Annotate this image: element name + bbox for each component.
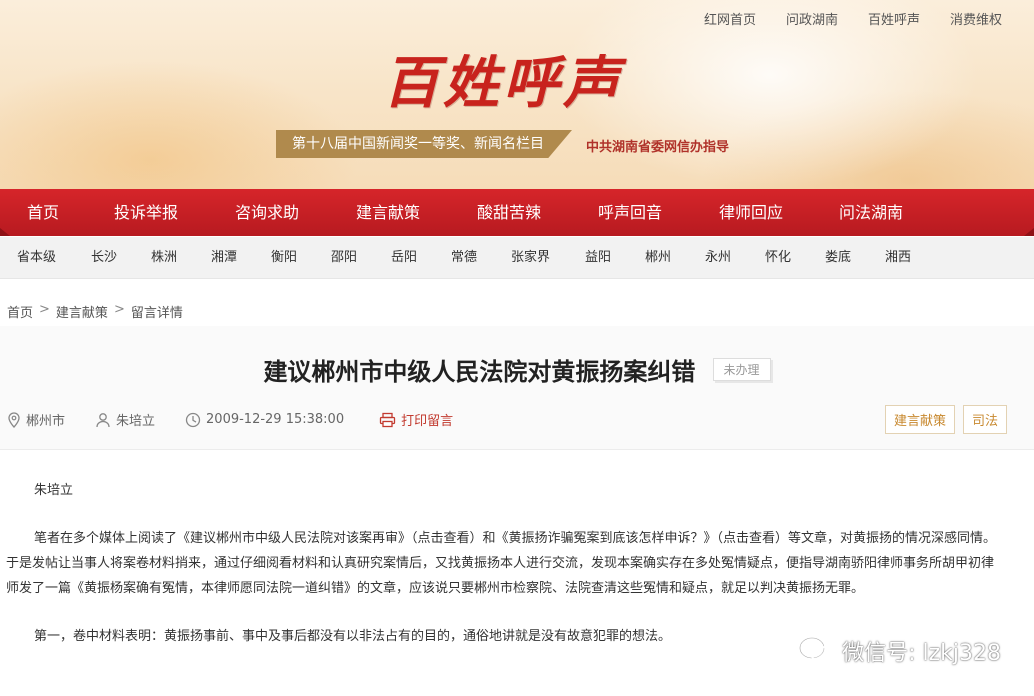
nav-law-hunan[interactable]: 问法湖南 bbox=[812, 189, 930, 236]
guide-text: 中共湖南省委网信办指导 bbox=[586, 140, 730, 155]
region-province[interactable]: 省本级 bbox=[17, 237, 56, 279]
nav-lawyer[interactable]: 律师回应 bbox=[690, 189, 812, 236]
nav-life[interactable]: 酸甜苦辣 bbox=[448, 189, 570, 236]
region-loudi[interactable]: 娄底 bbox=[825, 237, 851, 279]
datetime-text: 2009-12-29 15:38:00 bbox=[206, 412, 345, 427]
award-ribbon: 第十八届中国新闻奖一等奖、新闻名栏目 bbox=[276, 130, 572, 158]
tag-judicial[interactable]: 司法 bbox=[962, 405, 1007, 434]
top-link-consumer[interactable]: 消费维权 bbox=[950, 9, 1002, 28]
meta-author: 朱培立 bbox=[95, 410, 155, 429]
breadcrumb-section[interactable]: 建言献策 bbox=[56, 302, 108, 321]
location-text: 郴州市 bbox=[26, 414, 66, 429]
article-paragraph: 笔者在多个媒体上阅读了《建议郴州市中级人民法院对该案再审》（点击查看）和《黄振扬… bbox=[6, 531, 997, 596]
nav-fold-right bbox=[1024, 228, 1034, 236]
region-zhangjiajie[interactable]: 张家界 bbox=[511, 237, 550, 279]
article-meta: 郴州市 朱培立 2009-12-29 15:38:00 打印留言 bbox=[7, 410, 483, 429]
author-text: 朱培立 bbox=[116, 414, 156, 429]
region-yueyang[interactable]: 岳阳 bbox=[391, 237, 417, 279]
region-shaoyang[interactable]: 邵阳 bbox=[331, 237, 357, 279]
banner-decoration bbox=[0, 60, 360, 192]
top-link-wenzheng[interactable]: 问政湖南 bbox=[786, 9, 838, 28]
breadcrumb-home[interactable]: 首页 bbox=[7, 302, 33, 321]
section-divider bbox=[0, 449, 1034, 450]
clock-icon bbox=[185, 412, 201, 427]
region-changde[interactable]: 常德 bbox=[451, 237, 477, 279]
title-section bbox=[0, 326, 1034, 450]
print-label: 打印留言 bbox=[401, 414, 454, 429]
article-title: 建议郴州市中级人民法院对黄振扬案纠错 bbox=[263, 358, 696, 386]
top-links: 红网首页 问政湖南 百姓呼声 消费维权 bbox=[704, 9, 1002, 28]
user-icon bbox=[96, 412, 110, 427]
breadcrumb: 首页 > 建言献策 > 留言详情 bbox=[7, 302, 183, 321]
location-pin-icon bbox=[8, 411, 20, 428]
nav-home[interactable]: 首页 bbox=[0, 189, 86, 236]
region-zhuzhou[interactable]: 株洲 bbox=[151, 237, 177, 279]
tag-suggestion[interactable]: 建言献策 bbox=[884, 405, 955, 434]
region-hengyang[interactable]: 衡阳 bbox=[271, 237, 297, 279]
banner-glow bbox=[560, 0, 980, 190]
article-paragraph: 朱培立 bbox=[34, 483, 74, 498]
print-button[interactable]: 打印留言 bbox=[379, 410, 453, 429]
region-xiangxi[interactable]: 湘西 bbox=[885, 237, 911, 279]
meta-datetime: 2009-12-29 15:38:00 bbox=[185, 412, 344, 428]
article-tags: 建言献策 司法 bbox=[884, 405, 1007, 434]
nav-complaint[interactable]: 投诉举报 bbox=[86, 189, 206, 236]
header-banner: 红网首页 问政湖南 百姓呼声 消费维权 百姓呼声 第十八届中国新闻奖一等奖、新闻… bbox=[0, 0, 1034, 192]
article-title-row: 建议郴州市中级人民法院对黄振扬案纠错 未办理 bbox=[0, 352, 1034, 387]
watermark-text: 微信号: lzkj328 bbox=[842, 641, 1001, 666]
status-badge: 未办理 bbox=[712, 358, 771, 381]
meta-location: 郴州市 bbox=[7, 410, 65, 429]
region-changsha[interactable]: 长沙 bbox=[91, 237, 117, 279]
region-xiangtan[interactable]: 湘潭 bbox=[211, 237, 237, 279]
nav-reply[interactable]: 呼声回音 bbox=[570, 189, 690, 236]
region-chenzhou[interactable]: 郴州 bbox=[645, 237, 671, 279]
printer-icon bbox=[379, 412, 396, 427]
top-link-rednet-home[interactable]: 红网首页 bbox=[704, 9, 756, 28]
wechat-watermark: 微信号: lzkj328 bbox=[798, 635, 1001, 667]
breadcrumb-separator: > bbox=[39, 302, 50, 317]
breadcrumb-separator: > bbox=[113, 302, 125, 317]
region-yiyang[interactable]: 益阳 bbox=[585, 237, 611, 279]
region-yongzhou[interactable]: 永州 bbox=[705, 237, 731, 279]
nav-consult[interactable]: 咨询求助 bbox=[206, 189, 328, 236]
region-bar: 省本级 长沙 株洲 湘潭 衡阳 邵阳 岳阳 常德 张家界 益阳 郴州 永州 怀化… bbox=[0, 237, 1034, 279]
region-huaihua[interactable]: 怀化 bbox=[765, 237, 791, 279]
main-nav: 首页 投诉举报 咨询求助 建言献策 酸甜苦辣 呼声回音 律师回应 问法湖南 bbox=[0, 189, 1034, 236]
top-link-baixing[interactable]: 百姓呼声 bbox=[868, 9, 920, 28]
wechat-icon bbox=[799, 637, 834, 664]
nav-suggestion[interactable]: 建言献策 bbox=[328, 189, 448, 236]
breadcrumb-current: 留言详情 bbox=[130, 306, 183, 321]
site-logo[interactable]: 百姓呼声 bbox=[383, 38, 623, 119]
